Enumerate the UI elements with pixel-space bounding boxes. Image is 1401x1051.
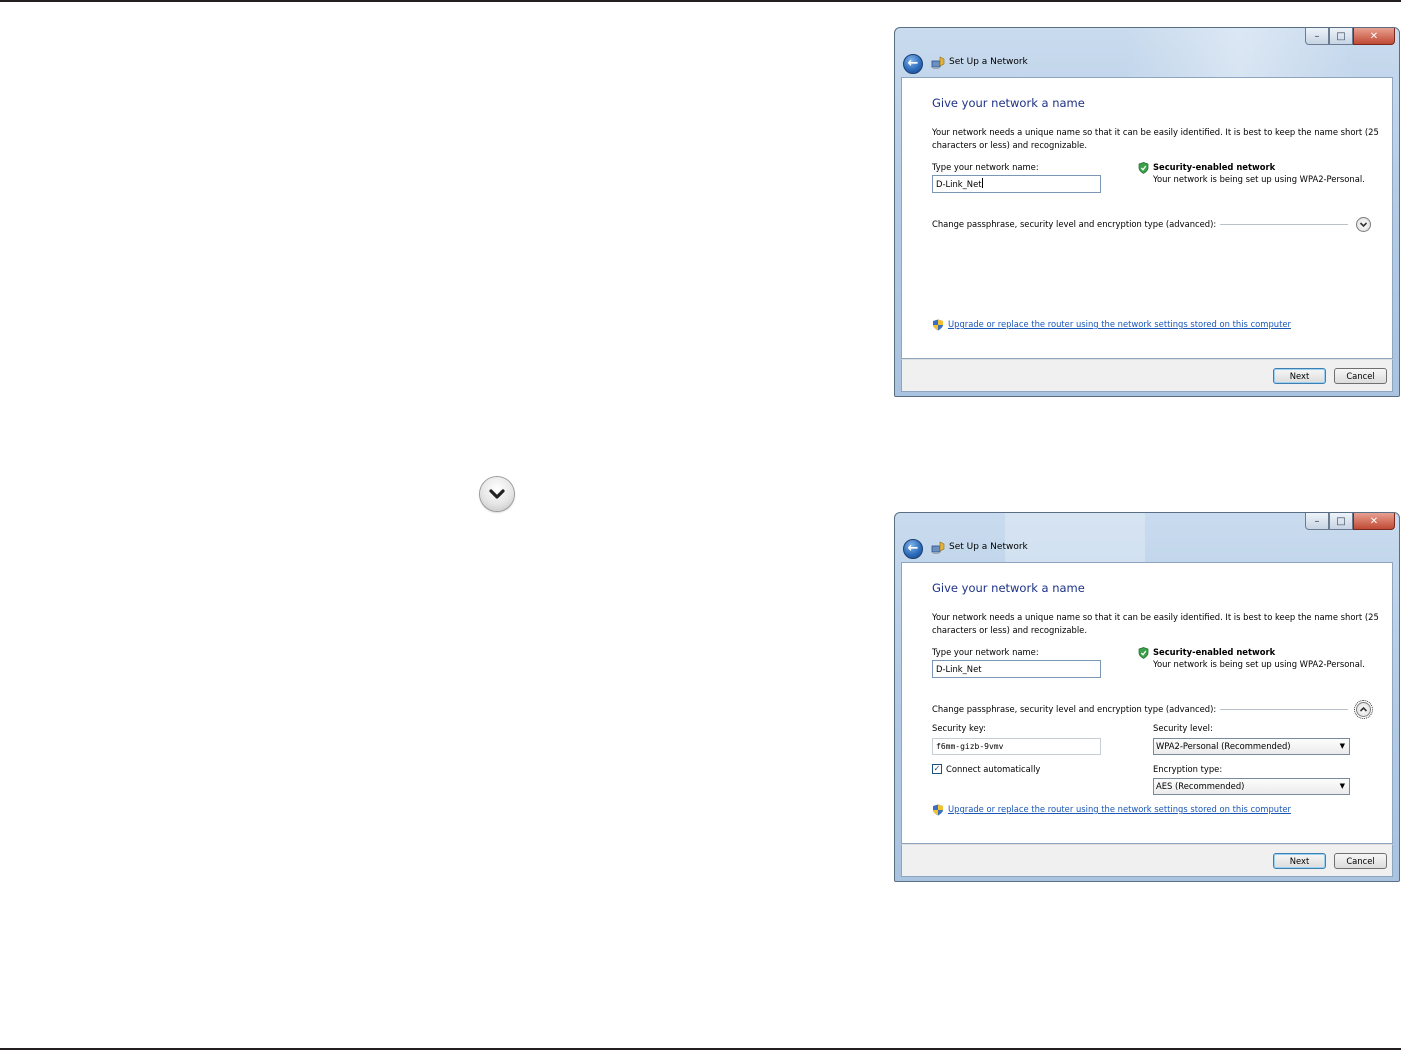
dropdown-arrow-icon: ▼	[1339, 742, 1345, 750]
security-status-title: Security-enabled network	[1153, 162, 1276, 172]
dialog-footer: Next Cancel	[901, 844, 1393, 877]
advanced-divider	[1220, 224, 1348, 225]
security-status-desc: Your network is being set up using WPA2-…	[1153, 659, 1365, 669]
network-name-value: D-Link_Net	[936, 179, 982, 189]
security-key-label: Security key:	[932, 723, 986, 733]
bottom-rule	[0, 1048, 1401, 1050]
close-button[interactable]: ✕	[1353, 28, 1395, 45]
encryption-type-select[interactable]: AES (Recommended) ▼	[1153, 778, 1350, 795]
cancel-button[interactable]: Cancel	[1334, 368, 1387, 384]
back-arrow-icon[interactable]: ←	[903, 539, 923, 559]
minimize-button[interactable]: –	[1305, 513, 1329, 530]
dialog-content: Give your network a name Your network ne…	[901, 77, 1393, 359]
network-name-input[interactable]: D-Link_Net	[932, 660, 1101, 678]
network-setup-icon	[931, 56, 945, 69]
advanced-options-label: Change passphrase, security level and en…	[932, 219, 1217, 229]
text-caret	[981, 178, 983, 188]
next-button[interactable]: Next	[1273, 368, 1326, 384]
description-text: Your network needs a unique name so that…	[932, 612, 1379, 635]
security-status-desc: Your network is being set up using WPA2-…	[1153, 174, 1365, 184]
advanced-options-label: Change passphrase, security level and en…	[932, 704, 1217, 714]
security-level-label: Security level:	[1153, 723, 1213, 733]
maximize-button[interactable]: □	[1329, 28, 1353, 45]
caption-buttons: – □ ✕	[1305, 513, 1395, 531]
uac-shield-icon	[933, 804, 943, 816]
security-level-value: WPA2-Personal (Recommended)	[1156, 741, 1291, 751]
advanced-collapse-button[interactable]	[1354, 700, 1373, 719]
dialog-content: Give your network a name Your network ne…	[901, 562, 1393, 844]
maximize-button[interactable]: □	[1329, 513, 1353, 530]
description-text: Your network needs a unique name so that…	[932, 127, 1379, 150]
security-shield-icon	[1138, 647, 1149, 659]
uac-shield-icon	[933, 319, 943, 331]
caption-buttons: – □ ✕	[1305, 28, 1395, 46]
next-button[interactable]: Next	[1273, 853, 1326, 869]
page-heading: Give your network a name	[932, 581, 1085, 595]
network-setup-icon	[931, 541, 945, 554]
security-level-select[interactable]: WPA2-Personal (Recommended) ▼	[1153, 738, 1350, 755]
back-arrow-icon[interactable]: ←	[903, 54, 923, 74]
title-bar-glass	[1005, 513, 1145, 563]
encryption-type-value: AES (Recommended)	[1156, 781, 1245, 791]
chevron-down-icon	[1359, 222, 1368, 228]
chevron-down-icon	[480, 477, 514, 511]
page-heading: Give your network a name	[932, 96, 1085, 110]
network-name-input[interactable]: D-Link_Net	[932, 175, 1101, 193]
top-rule	[0, 0, 1401, 2]
setup-network-window-collapsed: – □ ✕ ← Set Up a Network Give your netwo…	[894, 27, 1400, 397]
security-key-input[interactable]: f6mm-gizb-9vmv	[932, 738, 1101, 755]
setup-network-window-expanded: – □ ✕ ← Set Up a Network Give your netwo…	[894, 512, 1400, 882]
cancel-button[interactable]: Cancel	[1334, 853, 1387, 869]
connect-automatically-label[interactable]: Connect automatically	[946, 764, 1040, 774]
upgrade-router-link[interactable]: Upgrade or replace the router using the …	[948, 804, 1291, 814]
upgrade-router-link[interactable]: Upgrade or replace the router using the …	[948, 319, 1291, 329]
connect-automatically-checkbox[interactable]: ✓	[932, 764, 942, 774]
window-title: Set Up a Network	[949, 57, 1028, 67]
advanced-expand-button[interactable]	[1356, 217, 1371, 232]
close-button[interactable]: ✕	[1353, 513, 1395, 530]
network-name-label: Type your network name:	[932, 162, 1039, 172]
dialog-footer: Next Cancel	[901, 359, 1393, 392]
encryption-type-label: Encryption type:	[1153, 764, 1223, 774]
advanced-divider	[1220, 709, 1348, 710]
chevron-up-icon	[1359, 706, 1368, 712]
network-name-value: D-Link_Net	[936, 664, 982, 674]
window-title: Set Up a Network	[949, 542, 1028, 552]
dropdown-arrow-icon: ▼	[1339, 782, 1345, 790]
security-shield-icon	[1138, 162, 1149, 174]
minimize-button[interactable]: –	[1305, 28, 1329, 45]
network-name-label: Type your network name:	[932, 647, 1039, 657]
security-status-title: Security-enabled network	[1153, 647, 1276, 657]
